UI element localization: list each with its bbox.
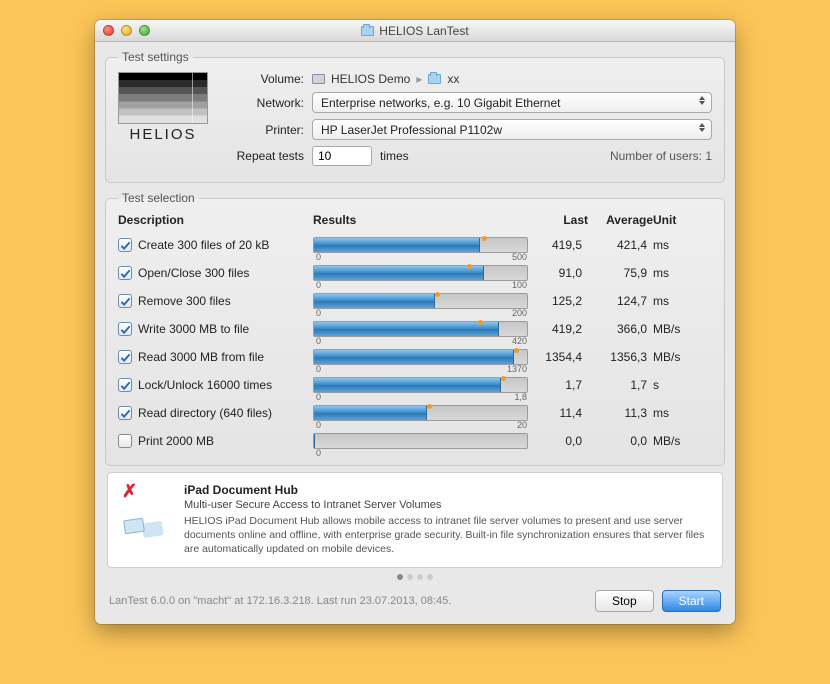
table-row: Write 3000 MB to file 0420419,2366,0MB/s	[118, 315, 712, 343]
test-checkbox[interactable]	[118, 266, 132, 280]
unit-value: MB/s	[653, 434, 703, 448]
avg-value: 75,9	[588, 266, 653, 280]
avg-value: 1356,3	[588, 350, 653, 364]
result-bar: 01,8	[313, 377, 528, 393]
table-row: Read 3000 MB from file 013701354,41356,3M…	[118, 343, 712, 371]
result-bar: 0100	[313, 265, 528, 281]
test-checkbox[interactable]	[118, 322, 132, 336]
avg-value: 0,0	[588, 434, 653, 448]
promo-subtitle: Multi-user Secure Access to Intranet Ser…	[184, 499, 710, 511]
result-bar: 0	[313, 433, 528, 449]
avg-value: 421,4	[588, 238, 653, 252]
test-checkbox[interactable]	[118, 350, 132, 364]
test-label: Create 300 files of 20 kB	[138, 238, 269, 252]
table-row: Print 2000 MB00,00,0MB/s	[118, 427, 712, 455]
repeat-label: Repeat tests	[222, 149, 304, 163]
table-row: Lock/Unlock 16000 times01,81,71,7s	[118, 371, 712, 399]
unit-value: ms	[653, 238, 703, 252]
folder-icon	[361, 26, 374, 36]
col-average: Average	[588, 213, 653, 227]
start-button[interactable]: Start	[662, 590, 721, 612]
last-value: 419,5	[528, 238, 588, 252]
avg-value: 1,7	[588, 378, 653, 392]
chevron-up-down-icon	[699, 96, 705, 105]
zoom-icon[interactable]	[139, 25, 150, 36]
window-title: HELIOS LanTest	[379, 24, 468, 38]
helios-logo: HELIOS	[118, 72, 208, 143]
table-row: Open/Close 300 files 010091,075,9ms	[118, 259, 712, 287]
settings-legend: Test settings	[118, 50, 193, 64]
folder-icon	[428, 74, 441, 84]
table-row: Read directory (640 files) 02011,411,3ms	[118, 399, 712, 427]
unit-value: MB/s	[653, 322, 703, 336]
test-label: Read directory (640 files)	[138, 406, 272, 420]
test-label: Print 2000 MB	[138, 434, 214, 448]
chevron-right-icon: ▸	[416, 72, 422, 86]
unit-value: s	[653, 378, 703, 392]
printer-select[interactable]: HP LaserJet Professional P1102w	[312, 119, 712, 140]
stop-button[interactable]: Stop	[595, 590, 654, 612]
avg-value: 11,3	[588, 406, 653, 420]
users-count: Number of users: 1	[610, 149, 712, 163]
network-select[interactable]: Enterprise networks, e.g. 10 Gigabit Eth…	[312, 92, 712, 113]
promo-body: HELIOS iPad Document Hub allows mobile a…	[184, 514, 710, 557]
promo-icon: ✗	[120, 483, 172, 535]
last-value: 419,2	[528, 322, 588, 336]
result-bar: 0420	[313, 321, 528, 337]
minimize-icon[interactable]	[121, 25, 132, 36]
close-icon[interactable]	[103, 25, 114, 36]
last-value: 11,4	[528, 406, 588, 420]
test-selection-group: Test selection Description Results Last …	[105, 191, 725, 466]
volume-label: Volume:	[222, 72, 304, 86]
table-row: Remove 300 files 0200125,2124,7ms	[118, 287, 712, 315]
last-value: 0,0	[528, 434, 588, 448]
test-checkbox[interactable]	[118, 378, 132, 392]
chevron-up-down-icon	[699, 123, 705, 132]
result-bar: 020	[313, 405, 528, 421]
titlebar: HELIOS LanTest	[95, 20, 735, 42]
avg-value: 366,0	[588, 322, 653, 336]
col-description: Description	[118, 213, 313, 227]
last-value: 91,0	[528, 266, 588, 280]
result-bar: 01370	[313, 349, 528, 365]
test-label: Read 3000 MB from file	[138, 350, 264, 364]
result-bar: 0500	[313, 237, 528, 253]
pager[interactable]	[95, 574, 735, 580]
test-label: Remove 300 files	[138, 294, 231, 308]
promo-panel: ✗ iPad Document Hub Multi-user Secure Ac…	[107, 472, 723, 568]
col-last: Last	[528, 213, 588, 227]
promo-title: iPad Document Hub	[184, 483, 710, 497]
table-row: Create 300 files of 20 kB 0500419,5421,4m…	[118, 231, 712, 259]
repeat-input[interactable]	[312, 146, 372, 166]
test-label: Lock/Unlock 16000 times	[138, 378, 272, 392]
col-unit: Unit	[653, 213, 703, 227]
unit-value: MB/s	[653, 350, 703, 364]
last-value: 1354,4	[528, 350, 588, 364]
status-text: LanTest 6.0.0 on "macht" at 172.16.3.218…	[109, 595, 587, 607]
test-checkbox[interactable]	[118, 238, 132, 252]
test-settings-group: Test settings HELIOS Volume: HELIOS Demo…	[105, 50, 725, 183]
unit-value: ms	[653, 266, 703, 280]
col-results: Results	[313, 213, 528, 227]
avg-value: 124,7	[588, 294, 653, 308]
test-checkbox[interactable]	[118, 294, 132, 308]
disk-icon	[312, 74, 325, 84]
printer-label: Printer:	[222, 123, 304, 137]
test-label: Open/Close 300 files	[138, 266, 249, 280]
last-value: 1,7	[528, 378, 588, 392]
result-bar: 0200	[313, 293, 528, 309]
volume-breadcrumb[interactable]: HELIOS Demo ▸ xx	[312, 72, 712, 86]
selection-legend: Test selection	[118, 191, 199, 205]
repeat-suffix: times	[380, 149, 409, 163]
unit-value: ms	[653, 406, 703, 420]
network-label: Network:	[222, 96, 304, 110]
test-checkbox[interactable]	[118, 434, 132, 448]
last-value: 125,2	[528, 294, 588, 308]
test-label: Write 3000 MB to file	[138, 322, 249, 336]
unit-value: ms	[653, 294, 703, 308]
app-window: HELIOS LanTest Test settings HELIOS Volu…	[95, 20, 735, 624]
test-checkbox[interactable]	[118, 406, 132, 420]
